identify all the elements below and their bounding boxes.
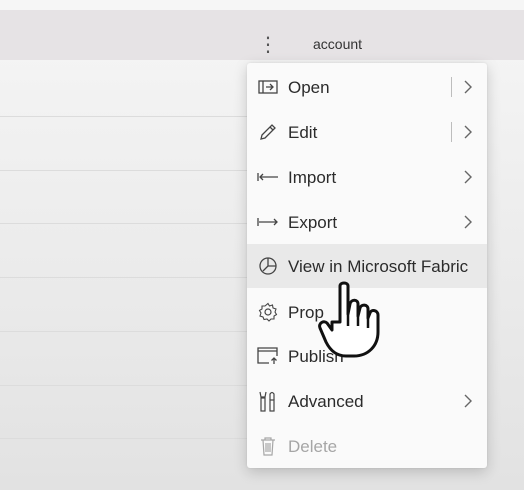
hand-pointer-icon: [318, 281, 380, 358]
more-vertical-icon[interactable]: ⋮: [258, 32, 278, 58]
split-divider: [451, 122, 452, 142]
pencil-icon: [257, 122, 279, 142]
menu-item-label: Export: [288, 213, 338, 232]
row-divider: [0, 331, 250, 332]
split-divider: [451, 77, 452, 97]
row-divider: [0, 385, 250, 386]
chevron-right-icon[interactable]: [462, 123, 474, 141]
menu-item-label: Import: [288, 168, 337, 187]
export-arrow-icon: [257, 212, 279, 232]
row-divider: [0, 116, 250, 117]
menu-item-label: Edit: [288, 123, 318, 142]
tools-icon: [257, 391, 279, 412]
fabric-icon: [257, 256, 279, 276]
menu-item-edit[interactable]: Edit: [247, 110, 487, 154]
row-divider: [0, 438, 250, 439]
chevron-right-icon: [462, 213, 474, 231]
row-divider: [0, 277, 250, 278]
app-page: ⋮ account Open Edit Import Export View i…: [0, 0, 524, 490]
chevron-right-icon: [462, 392, 474, 410]
menu-item-export[interactable]: Export: [247, 200, 487, 244]
menu-item-label: Advanced: [288, 392, 364, 411]
open-window-icon: [257, 77, 279, 97]
row-divider: [0, 223, 250, 224]
menu-item-label: Delete: [288, 437, 338, 456]
column-header-account: account: [313, 36, 363, 52]
menu-item-label: View in Microsoft Fabric: [288, 257, 469, 276]
menu-item-open[interactable]: Open: [247, 65, 487, 109]
gear-icon: [257, 302, 279, 322]
chevron-right-icon: [462, 168, 474, 186]
import-arrow-icon: [257, 167, 279, 187]
menu-item-advanced[interactable]: Advanced: [247, 379, 487, 423]
publish-icon: [257, 346, 279, 366]
menu-item-delete: Delete: [247, 424, 487, 468]
menu-item-import[interactable]: Import: [247, 155, 487, 199]
row-divider: [0, 170, 250, 171]
table-header-bar: ⋮ account: [0, 10, 524, 60]
trash-icon: [257, 436, 279, 456]
chevron-right-icon[interactable]: [462, 78, 474, 96]
menu-item-label: Open: [288, 78, 330, 97]
context-menu: Open Edit Import Export View in Microsof…: [247, 63, 487, 468]
